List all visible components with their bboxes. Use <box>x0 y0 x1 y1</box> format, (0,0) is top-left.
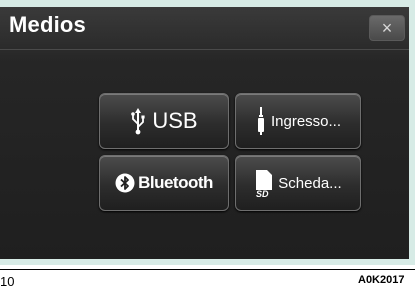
sd-card-icon: SD <box>256 170 273 198</box>
bluetooth-icon <box>115 173 135 193</box>
close-button[interactable]: × <box>369 15 405 41</box>
manual-figure-frame: Medios × USB Ingresso... Bluetooth SD Sc… <box>0 0 415 265</box>
page-footer-rule <box>0 269 415 270</box>
aux-input-source-button[interactable]: Ingresso... <box>235 93 361 149</box>
aux-input-label: Ingresso... <box>270 112 342 130</box>
figure-code: A0K2017 <box>358 274 405 286</box>
media-source-screen: Medios × USB Ingresso... Bluetooth SD Sc… <box>0 7 409 259</box>
screen-title: Medios <box>9 12 86 37</box>
bluetooth-source-button[interactable]: Bluetooth <box>99 155 229 211</box>
close-icon: × <box>381 18 393 38</box>
page-number: 10 <box>0 274 15 289</box>
svg-text:SD: SD <box>256 189 269 198</box>
sd-card-source-button[interactable]: SD Scheda... <box>235 155 361 211</box>
header-divider <box>0 49 409 50</box>
audio-jack-icon <box>257 107 264 135</box>
bluetooth-label: Bluetooth <box>138 173 213 192</box>
usb-source-button[interactable]: USB <box>99 93 229 149</box>
sd-card-label: Scheda... <box>278 174 342 192</box>
usb-label: USB <box>152 108 198 133</box>
usb-icon <box>131 108 145 135</box>
